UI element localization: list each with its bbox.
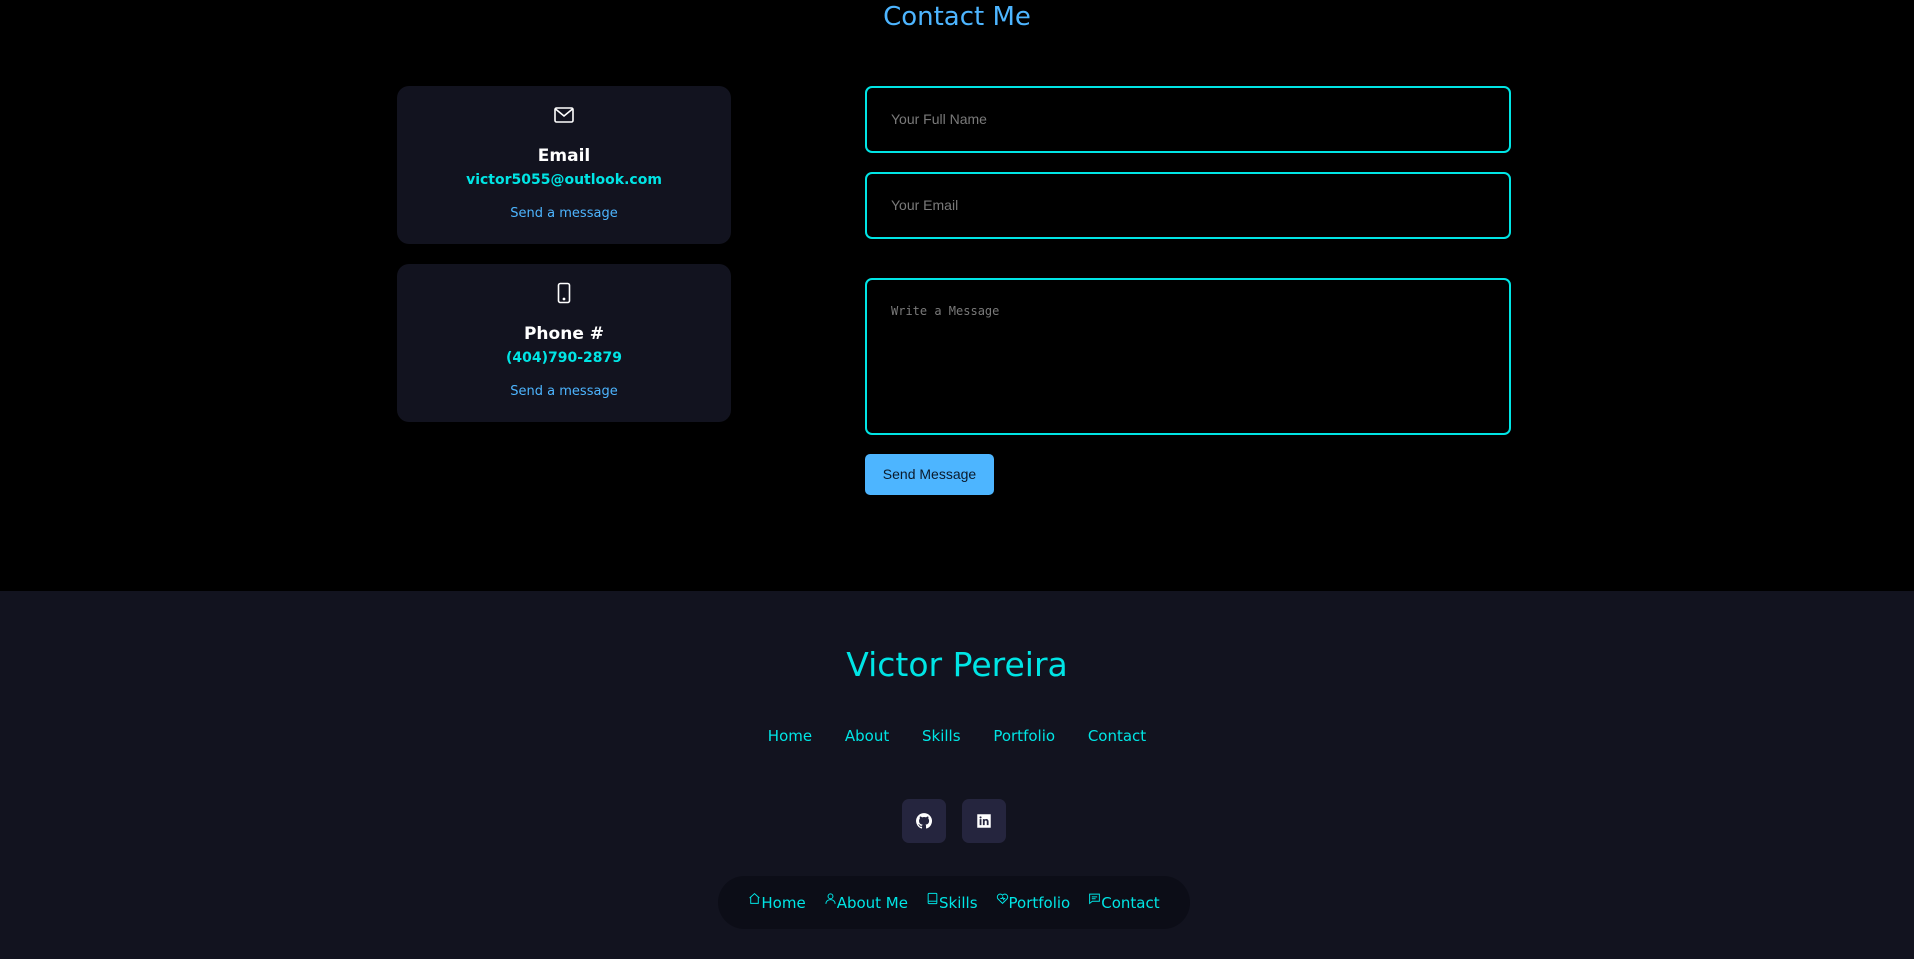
email-card-title: Email (537, 146, 591, 166)
phone-icon (557, 282, 571, 304)
bottom-nav-contact[interactable]: Contact (1088, 893, 1160, 912)
footer-nav-skills[interactable]: Skills (922, 727, 961, 745)
home-icon (749, 892, 761, 904)
mail-icon (554, 107, 574, 123)
footer: Victor Pereira Home About Skills Portfol… (0, 591, 1914, 959)
bottom-nav-skills[interactable]: Skills (926, 892, 978, 912)
email-card: Email victor5055@outlook.com Send a mess… (397, 86, 731, 244)
bottom-nav: Home About Me Skills Portfolio Contact (718, 876, 1190, 929)
send-message-button[interactable]: Send Message (865, 454, 994, 495)
email-input[interactable]: Your Email (865, 172, 1511, 239)
book-icon (927, 892, 938, 904)
section-title: Contact Me (883, 2, 1031, 32)
github-button[interactable] (902, 799, 946, 843)
footer-name: Victor Pereira (846, 645, 1068, 684)
bottom-nav-about[interactable]: About Me (824, 892, 908, 912)
user-icon (825, 892, 836, 904)
email-send-message-link[interactable]: Send a message (397, 206, 731, 221)
message-icon (1089, 893, 1101, 904)
linkedin-icon (977, 814, 991, 828)
bottom-nav-portfolio[interactable]: Portfolio (996, 893, 1071, 912)
bottom-nav-about-label: About Me (836, 893, 908, 912)
footer-nav-about[interactable]: About (845, 727, 889, 745)
bottom-nav-home[interactable]: Home (748, 892, 806, 912)
briefcase-icon (996, 893, 1008, 904)
message-textarea[interactable]: Write a Message (865, 278, 1511, 435)
phone-number: (404)790-2879 (505, 350, 623, 366)
bottom-nav-skills-label: Skills (938, 893, 978, 912)
footer-nav-contact[interactable]: Contact (1088, 727, 1146, 745)
github-icon (916, 813, 933, 829)
linkedin-button[interactable] (962, 799, 1006, 843)
phone-card-title: Phone # (523, 324, 605, 344)
email-address: victor5055@outlook.com (466, 172, 662, 188)
bottom-nav-contact-label: Contact (1101, 893, 1160, 912)
footer-nav-portfolio[interactable]: Portfolio (993, 727, 1055, 745)
phone-send-message-link[interactable]: Send a message (397, 384, 731, 399)
bottom-nav-portfolio-label: Portfolio (1008, 893, 1071, 912)
footer-nav: Home About Skills Portfolio Contact (0, 727, 1914, 745)
footer-nav-home[interactable]: Home (768, 727, 812, 745)
bottom-nav-home-label: Home (761, 893, 806, 912)
full-name-input[interactable]: Your Full Name (865, 86, 1511, 153)
phone-card: Phone # (404)790-2879 Send a message (397, 264, 731, 422)
